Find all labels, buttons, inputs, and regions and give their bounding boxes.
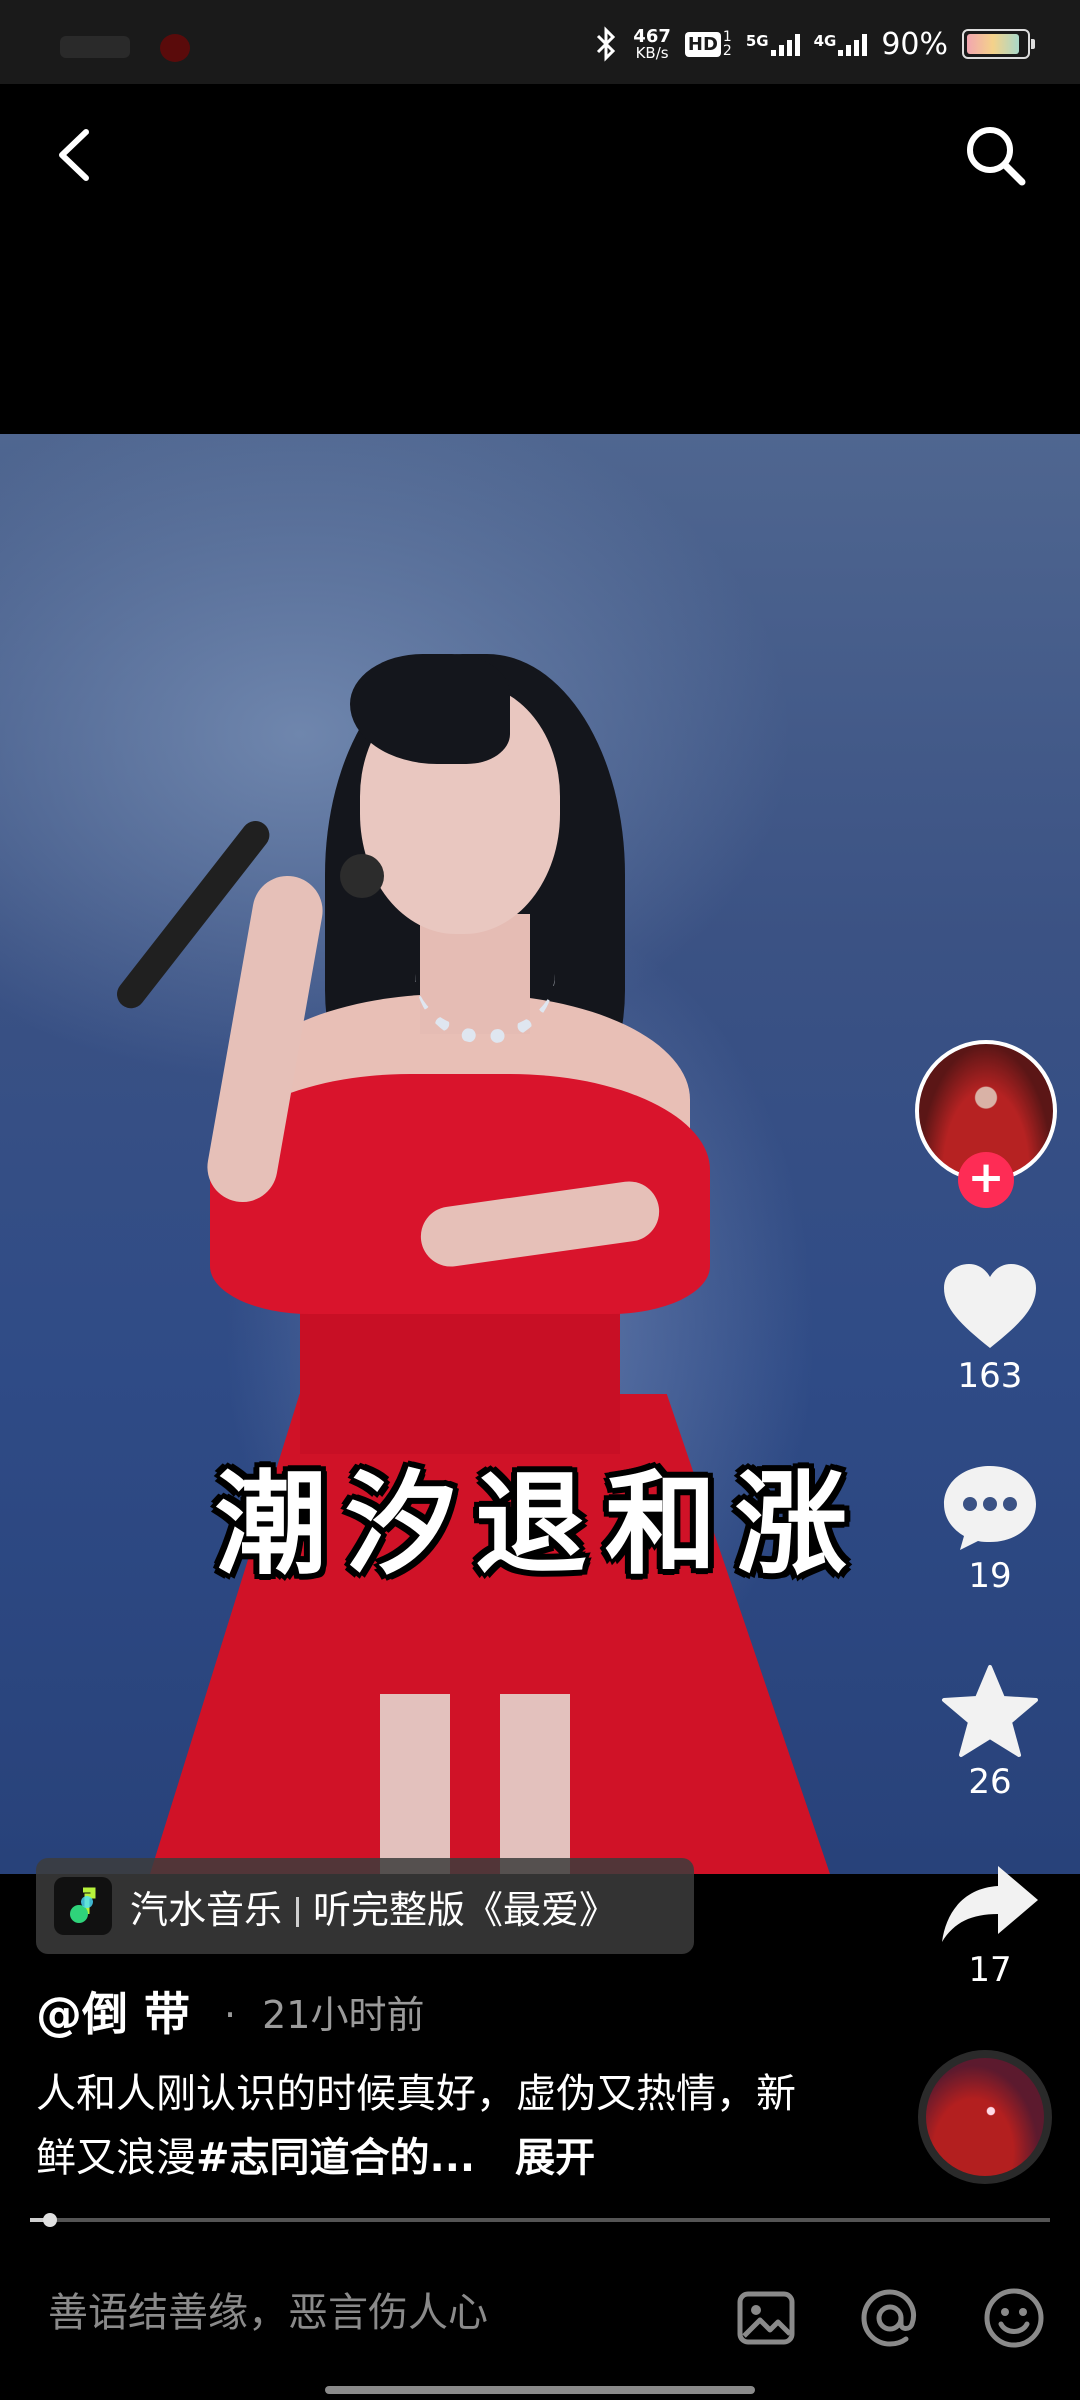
follow-button[interactable]: +: [958, 1152, 1014, 1208]
comment-count: 19: [968, 1556, 1012, 1596]
video-caption: 潮汐退和涨: [215, 1460, 865, 1590]
favorite-count: 26: [968, 1762, 1012, 1802]
search-button[interactable]: [960, 120, 1030, 190]
like-button[interactable]: 163: [930, 1262, 1050, 1396]
like-count: 163: [957, 1356, 1023, 1396]
image-icon[interactable]: [734, 2286, 798, 2350]
mention-at-icon[interactable]: [858, 2286, 922, 2350]
music-disc[interactable]: [918, 2050, 1052, 2184]
comment-input[interactable]: [48, 2278, 688, 2348]
search-icon: [967, 127, 1026, 186]
battery-icon: [962, 29, 1035, 59]
post-description[interactable]: 人和人刚认识的时候真好，虚伪又热情，新鲜又浪漫#志同道合的... 展开: [36, 2062, 796, 2190]
status-bar: 467 KB/s HD 12 5G 4G 90%: [0, 0, 1080, 84]
comment-icon: [944, 1466, 1036, 1550]
battery-percent: 90%: [881, 26, 948, 62]
music-chip[interactable]: 汽水音乐 听完整版《最爱》: [36, 1858, 694, 1954]
video-progress-bar[interactable]: [30, 2213, 1050, 2227]
video-player[interactable]: 潮汐退和涨: [0, 434, 1080, 1874]
emoji-icon[interactable]: [982, 2286, 1046, 2350]
signal-5g-icon: 5G: [746, 32, 800, 56]
bluetooth-icon: [597, 26, 616, 62]
signal-4g-icon: 4G: [814, 32, 868, 56]
expand-button[interactable]: 展开: [515, 2135, 595, 2181]
favorite-button[interactable]: 26: [930, 1664, 1050, 1802]
hd-voice-indicator: HD 12: [684, 30, 732, 58]
hashtag-link[interactable]: #志同道合的...: [196, 2135, 475, 2181]
author-line: @倒 带 21小时前: [36, 1978, 424, 2044]
status-indicators: 467 KB/s HD 12 5G 4G 90%: [593, 22, 1035, 66]
network-speed: 467 KB/s: [633, 25, 671, 62]
share-button[interactable]: 17: [930, 1862, 1050, 1990]
status-notification-icons: [60, 30, 190, 66]
music-app-name: 汽水音乐: [130, 1887, 283, 1932]
comment-button[interactable]: 19: [930, 1462, 1050, 1596]
heart-icon: [944, 1264, 1036, 1348]
share-count: 17: [968, 1950, 1012, 1990]
back-button[interactable]: [48, 120, 104, 190]
post-time: 21小时前: [224, 1984, 424, 2039]
music-app-logo-icon: [54, 1877, 112, 1935]
progress-knob[interactable]: [43, 2213, 58, 2227]
music-action-text: 听完整版《最爱》: [313, 1887, 618, 1932]
share-arrow-icon: [942, 1866, 1038, 1942]
home-indicator[interactable]: [325, 2386, 755, 2394]
author-name[interactable]: @倒 带: [36, 1978, 190, 2044]
star-icon: [942, 1665, 1038, 1757]
divider: [296, 1896, 300, 1927]
chevron-left-icon: [59, 129, 89, 181]
